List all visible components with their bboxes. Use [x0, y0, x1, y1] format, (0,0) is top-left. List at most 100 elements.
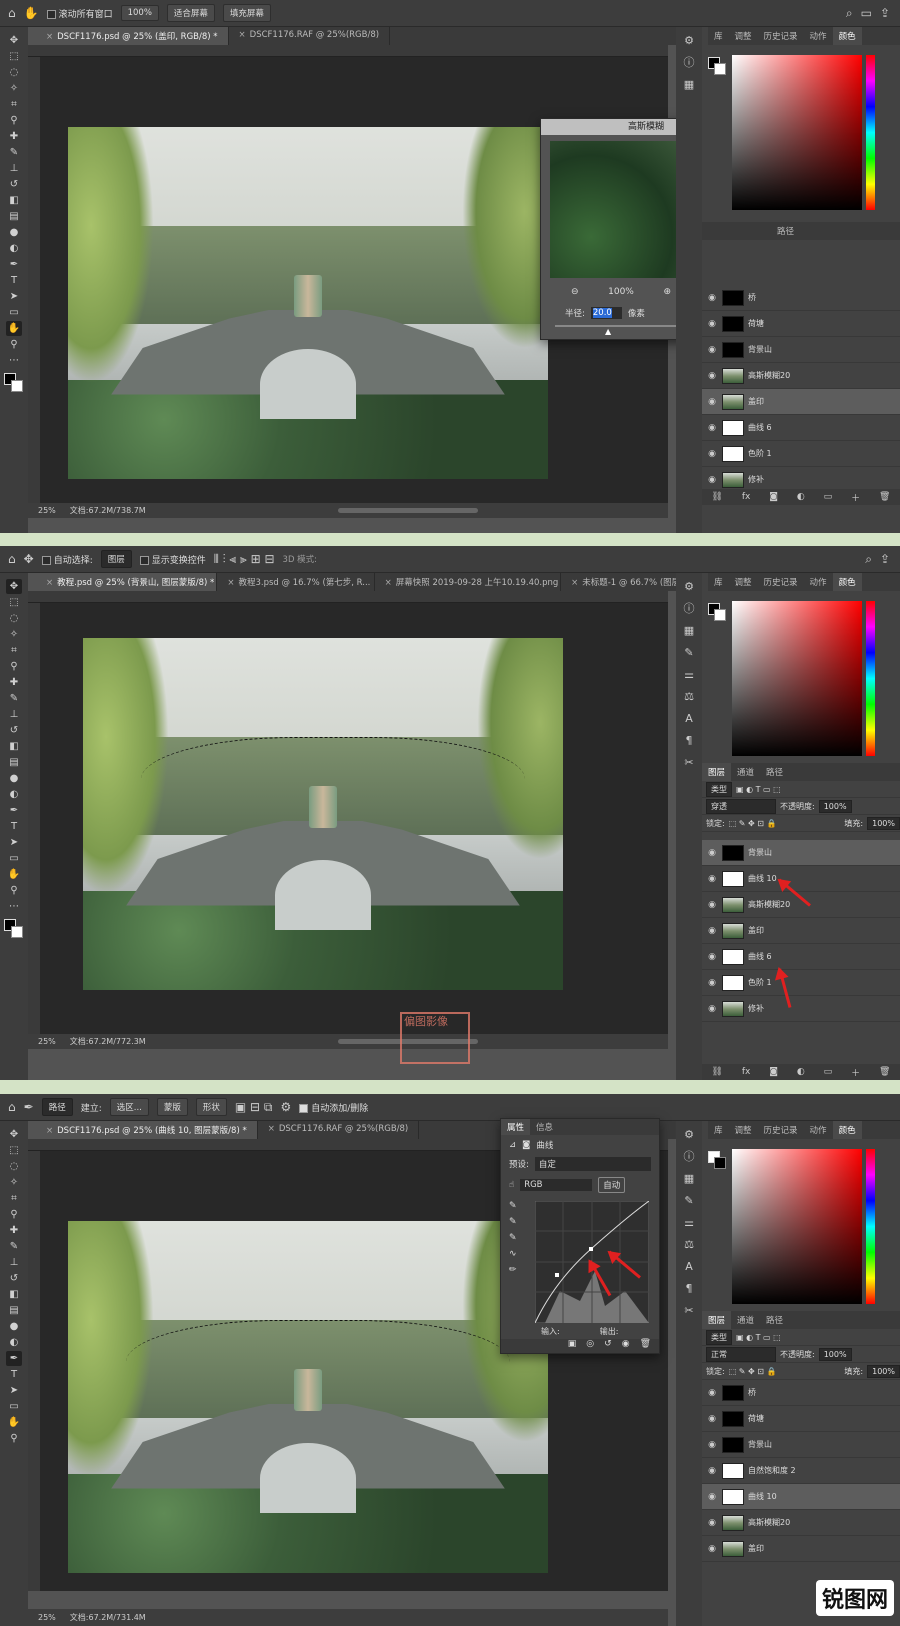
marquee-tool-icon[interactable]: ⬚ [6, 595, 22, 610]
hand-tool-icon[interactable]: ✋ [6, 321, 22, 336]
eye-icon[interactable]: ◉ [706, 397, 718, 407]
properties-icon[interactable]: ⚙ [681, 579, 697, 595]
blend-mode-select[interactable]: 正常 [706, 1346, 776, 1362]
eye-icon[interactable]: ◉ [706, 423, 718, 433]
lasso-tool-icon[interactable]: ◌ [6, 1159, 22, 1174]
stamp-tool-icon[interactable]: ⊥ [6, 1255, 22, 1270]
layer-row[interactable]: ◉ 盖印 [702, 389, 900, 415]
tab-channels[interactable]: 通道 [731, 763, 760, 781]
brush-tool-icon[interactable]: ✎ [6, 145, 22, 160]
zoom-tool-icon[interactable]: ⚲ [6, 883, 22, 898]
layer-row[interactable]: ◉ 桥 [702, 285, 900, 311]
paragraph-icon[interactable]: ¶ [681, 1281, 697, 1297]
magic-wand-icon[interactable]: ✧ [6, 1175, 22, 1190]
tab-actions[interactable]: 动作 [804, 573, 833, 591]
eye-icon[interactable]: ◉ [706, 1414, 718, 1424]
layer-row[interactable]: ◉ 曲线 6 [702, 415, 900, 441]
shape-tool-icon[interactable]: ▭ [6, 305, 22, 320]
eye-icon[interactable]: ◉ [706, 319, 718, 329]
view-prev-icon[interactable]: ◎ [586, 1339, 594, 1353]
lasso-tool-icon[interactable]: ◌ [6, 611, 22, 626]
clone-source-icon[interactable]: ⚖ [681, 689, 697, 705]
black-point-icon[interactable]: ✎ [509, 1201, 527, 1211]
tab-layers[interactable]: 图层 [702, 1311, 732, 1329]
new-layer-icon[interactable]: ＋ [851, 491, 860, 504]
layer-row[interactable]: ◉ 色阶 1 [702, 441, 900, 467]
character-icon[interactable]: A [681, 711, 697, 727]
fg-bg-color[interactable] [708, 57, 728, 77]
hand-tool-icon[interactable]: ✋ [24, 6, 39, 20]
radius-input[interactable]: 20.0 [590, 307, 622, 319]
opacity-input[interactable]: 100% [818, 1347, 852, 1361]
link-icon[interactable]: ⛓ [711, 1067, 722, 1077]
gradient-icon[interactable]: ▤ [6, 755, 22, 770]
tab-document-3[interactable]: × 屏幕快照 2019-09-28 上午10.19.40.png [375, 573, 562, 591]
blur-tool-icon[interactable]: ● [6, 1319, 22, 1334]
layer-row[interactable]: ◉ 高斯模糊20 [702, 363, 900, 389]
layer-select[interactable]: 图层 [100, 550, 132, 568]
lock-icons[interactable]: ⬚ ✎ ✥ ⊡ 🔒 [729, 819, 777, 828]
move-tool-icon[interactable]: ✥ [24, 552, 34, 566]
white-point-icon[interactable]: ✎ [509, 1233, 527, 1243]
pen-tool-icon[interactable]: ✒ [6, 257, 22, 272]
zoom-out-icon[interactable]: ⊖ [571, 287, 579, 297]
home-icon[interactable]: ⌂ [8, 552, 16, 566]
clip-icon[interactable]: ▣ [568, 1339, 577, 1353]
layer-row[interactable]: ◉ 背景山 [702, 840, 900, 866]
tab-document-1[interactable]: × DSCF1176.psd @ 25% (盖印, RGB/8) * [36, 27, 229, 45]
auto-add-checkbox[interactable]: 自动添加/删除 [299, 1101, 368, 1114]
tab-actions[interactable]: 动作 [804, 1121, 833, 1139]
radius-slider-handle[interactable]: ▲ [605, 327, 611, 336]
layer-row[interactable]: ◉ 色阶 1 [702, 970, 900, 996]
tab-library[interactable]: 库 [708, 1121, 729, 1139]
tab-info[interactable]: 信息 [530, 1119, 559, 1135]
layer-row[interactable]: ◉ 修补 [702, 996, 900, 1022]
eraser-icon[interactable]: ◧ [6, 739, 22, 754]
tab-actions[interactable]: 动作 [804, 27, 833, 45]
healing-brush-icon[interactable]: ✚ [6, 129, 22, 144]
close-icon[interactable]: × [227, 578, 234, 588]
mask-icon[interactable]: ◙ [522, 1140, 530, 1150]
fill-screen-button[interactable]: 填充屏幕 [222, 4, 271, 22]
zoom-100-button[interactable]: 100% [120, 5, 159, 21]
tab-color[interactable]: 颜色 [832, 1121, 862, 1139]
type-tool-icon[interactable]: T [6, 819, 22, 834]
close-icon[interactable]: × [385, 578, 392, 588]
eye-icon[interactable]: ◉ [706, 848, 718, 858]
eraser-icon[interactable]: ◧ [6, 193, 22, 208]
shape-button[interactable]: 形状 [195, 1098, 227, 1116]
pencil-icon[interactable]: ✏ [509, 1265, 527, 1275]
healing-brush-icon[interactable]: ✚ [6, 1223, 22, 1238]
new-layer-icon[interactable]: ＋ [851, 1066, 860, 1079]
layer-row[interactable]: ◉ 曲线 10 [702, 1484, 900, 1510]
layer-row[interactable]: ◉ 盖印 [702, 918, 900, 944]
tab-layers[interactable]: 图层 [702, 763, 732, 781]
fill-input[interactable]: 100% [867, 816, 900, 830]
brush-tool-icon[interactable]: ✎ [6, 691, 22, 706]
brush-preset-icon[interactable]: ✎ [681, 645, 697, 661]
tab-adjustments[interactable]: 调整 [729, 1121, 758, 1139]
eye-icon[interactable]: ◉ [706, 952, 718, 962]
close-icon[interactable]: × [571, 578, 578, 588]
link-icon[interactable]: ⛓ [711, 492, 722, 502]
eye-icon[interactable]: ◉ [706, 293, 718, 303]
eye-icon[interactable]: ◉ [706, 926, 718, 936]
eye-icon[interactable]: ◉ [706, 475, 718, 485]
stamp-tool-icon[interactable]: ⊥ [6, 161, 22, 176]
properties-icon[interactable]: ⚙ [681, 1127, 697, 1143]
horizontal-scrollbar[interactable] [338, 508, 478, 513]
folder-icon[interactable]: ▭ [824, 1067, 833, 1077]
layer-row[interactable]: ◉ 桥 [702, 1380, 900, 1406]
zoom-tool-icon[interactable]: ⚲ [6, 1431, 22, 1446]
tab-document-4[interactable]: × 未标题-1 @ 66.7% (图层 [561, 573, 686, 591]
history-brush-icon[interactable]: ↺ [6, 723, 22, 738]
crop-tool-icon[interactable]: ⌗ [6, 97, 22, 112]
trash-icon[interactable]: 🗑 [879, 1067, 890, 1077]
pen-tool-icon[interactable]: ✒ [6, 1351, 22, 1366]
grid-icon[interactable]: ▦ [681, 1171, 697, 1187]
dodge-tool-icon[interactable]: ◐ [6, 787, 22, 802]
color-picker-field[interactable] [732, 1149, 862, 1304]
tab-document-1[interactable]: × DSCF1176.psd @ 25% (曲线 10, 图层蒙版/8) * [36, 1121, 258, 1139]
hue-slider[interactable] [866, 1149, 875, 1304]
opacity-input[interactable]: 100% [818, 799, 852, 813]
